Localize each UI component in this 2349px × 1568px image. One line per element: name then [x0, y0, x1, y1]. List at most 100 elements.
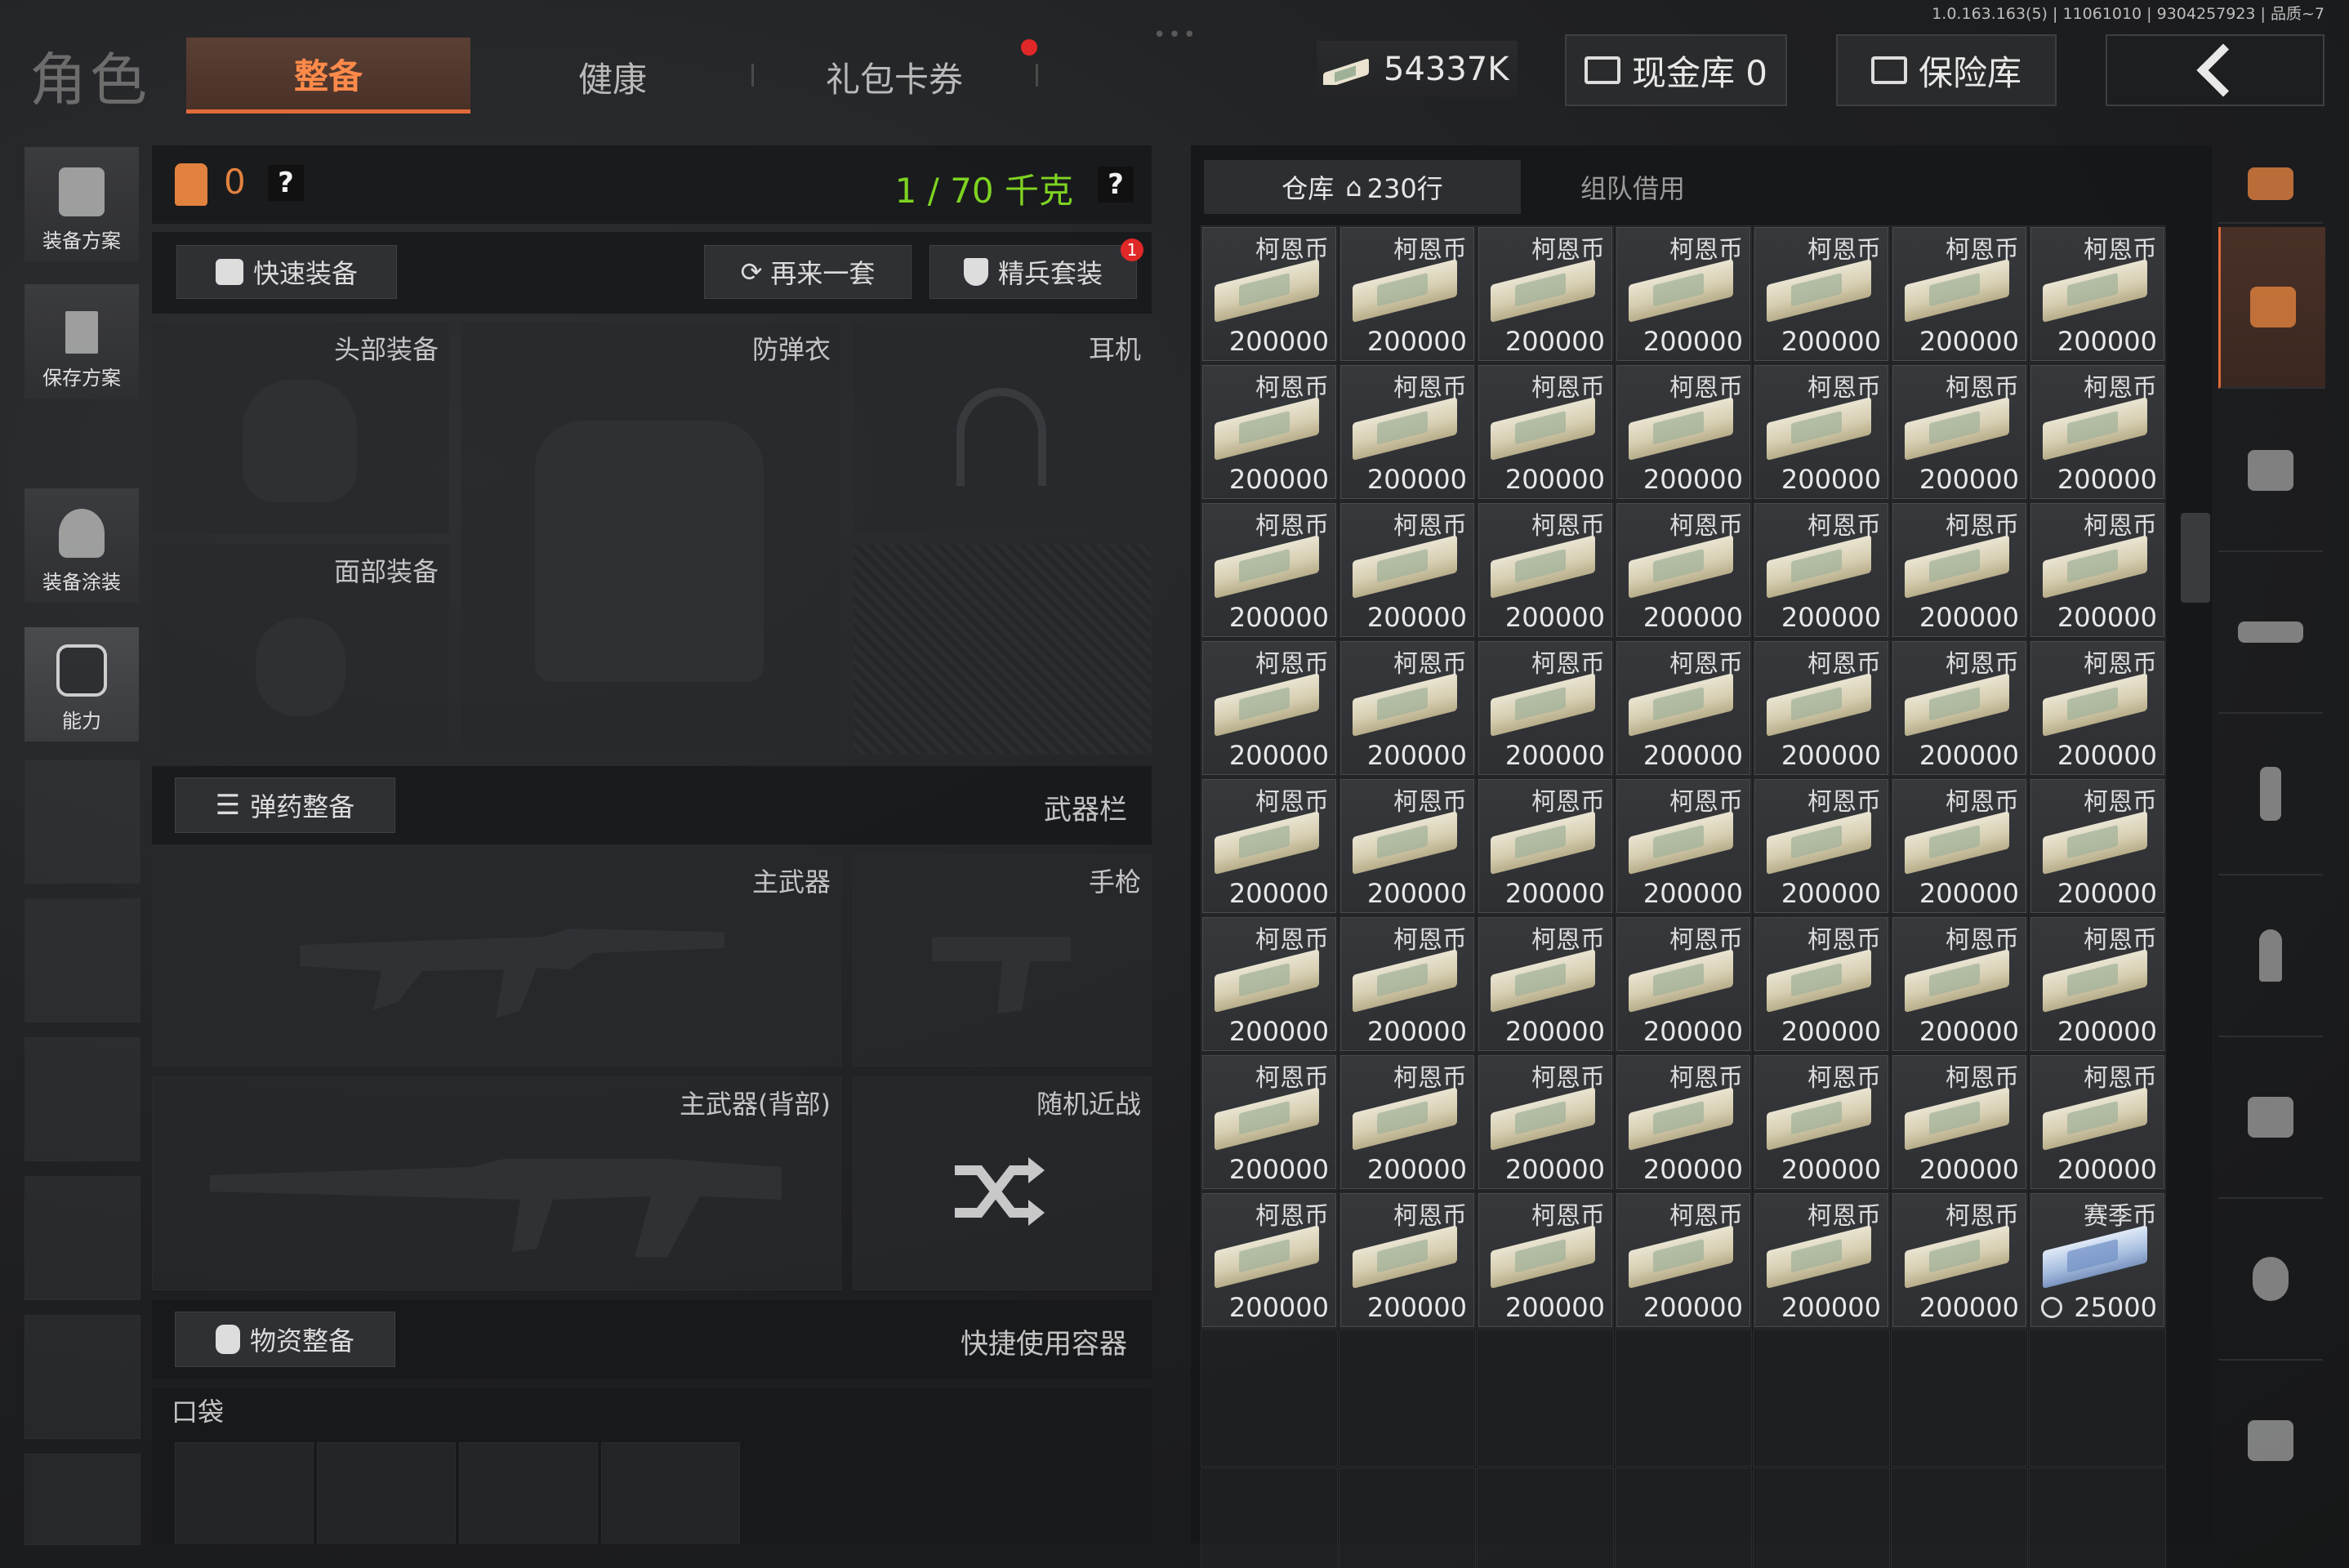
- coin-item[interactable]: 柯恩币 200000: [1202, 227, 1336, 361]
- coin-item[interactable]: 柯恩币 200000: [1202, 1055, 1336, 1189]
- sidebar-item-save-plan[interactable]: 保存方案: [25, 284, 139, 399]
- coin-item[interactable]: 柯恩币 200000: [1754, 779, 1888, 913]
- coin-item[interactable]: 柯恩币 200000: [1616, 641, 1750, 775]
- tab-gift-cards[interactable]: 礼包卡券: [784, 47, 1005, 106]
- slot-primary-weapon[interactable]: 主武器: [152, 854, 841, 1067]
- item-value: 200000: [1781, 602, 1881, 633]
- coin-item[interactable]: 柯恩币 200000: [1892, 365, 2026, 499]
- coin-item[interactable]: 柯恩币 200000: [1754, 365, 1888, 499]
- coin-item[interactable]: 柯恩币 200000: [1340, 1193, 1474, 1327]
- slot-headset[interactable]: 耳机: [853, 322, 1152, 534]
- coin-item[interactable]: 柯恩币 200000: [1478, 779, 1612, 913]
- coin-item[interactable]: 柯恩币 200000: [2030, 227, 2164, 361]
- tab-health[interactable]: 健康: [531, 47, 694, 106]
- coin-item[interactable]: 柯恩币 200000: [1340, 641, 1474, 775]
- category-magazine[interactable]: [2218, 714, 2323, 875]
- pocket-slot[interactable]: [175, 1442, 314, 1544]
- supply-equip-button[interactable]: 物资整备: [175, 1312, 395, 1367]
- coin-item[interactable]: 柯恩币 200000: [1478, 503, 1612, 637]
- repeat-set-button[interactable]: ⟳ 再来一套: [704, 245, 912, 299]
- sidebar-item-equip-plan[interactable]: 装备方案: [25, 147, 139, 261]
- coin-item[interactable]: 柯恩币 200000: [2030, 641, 2164, 775]
- coin-item[interactable]: 柯恩币 200000: [1202, 365, 1336, 499]
- cash-vault-button[interactable]: 现金库 0: [1565, 34, 1787, 106]
- coin-item[interactable]: 柯恩币 200000: [1616, 227, 1750, 361]
- coin-item[interactable]: 柯恩币 200000: [1202, 1193, 1336, 1327]
- coin-item[interactable]: 柯恩币 200000: [1478, 1055, 1612, 1189]
- category-all[interactable]: [2218, 227, 2325, 389]
- coin-item[interactable]: 柯恩币 200000: [1340, 917, 1474, 1051]
- slot-face[interactable]: 面部装备: [152, 544, 449, 755]
- coin-item[interactable]: 柯恩币 200000: [1892, 1193, 2026, 1327]
- weight-help-button[interactable]: ?: [1098, 167, 1134, 203]
- pocket-slot[interactable]: [459, 1442, 598, 1544]
- coin-item[interactable]: 柯恩币 200000: [1616, 1193, 1750, 1327]
- slot-armor[interactable]: 防弹衣: [461, 322, 841, 755]
- category-grenade[interactable]: [2218, 1199, 2323, 1361]
- coin-item[interactable]: 柯恩币 200000: [1478, 365, 1612, 499]
- coin-item[interactable]: 柯恩币 200000: [1616, 779, 1750, 913]
- coin-item[interactable]: 柯恩币 200000: [2030, 1055, 2164, 1189]
- coin-item[interactable]: 柯恩币 200000: [1892, 917, 2026, 1051]
- coin-item[interactable]: 柯恩币 200000: [1478, 641, 1612, 775]
- coin-item[interactable]: 柯恩币 200000: [1202, 641, 1336, 775]
- coin-item[interactable]: 柯恩币 200000: [1202, 779, 1336, 913]
- slot-primary-back[interactable]: 主武器(背部): [152, 1076, 841, 1290]
- shirt-icon: [215, 259, 243, 285]
- tab-storage[interactable]: 仓库 ⌂ 230行: [1204, 160, 1521, 214]
- ammo-equip-button[interactable]: ☰ 弹药整备: [175, 777, 395, 833]
- sidebar-item-ability[interactable]: 能力: [25, 627, 139, 742]
- coin-item[interactable]: 柯恩币 200000: [1892, 227, 2026, 361]
- category-sort[interactable]: [2218, 145, 2323, 224]
- category-rifle[interactable]: [2218, 552, 2323, 714]
- back-button[interactable]: [2106, 34, 2324, 106]
- coin-item[interactable]: 柯恩币 200000: [1202, 917, 1336, 1051]
- safe-vault-button[interactable]: 保险库: [1836, 34, 2057, 106]
- slot-pistol[interactable]: 手枪: [853, 854, 1152, 1067]
- coin-item[interactable]: 柯恩币 200000: [1478, 1193, 1612, 1327]
- coin-item[interactable]: 柯恩币 200000: [1754, 503, 1888, 637]
- coin-item[interactable]: 柯恩币 200000: [1892, 779, 2026, 913]
- warehouse-scrollbar[interactable]: [2181, 513, 2210, 603]
- sidebar-item-paint[interactable]: 装备涂装: [25, 488, 139, 603]
- coin-item[interactable]: 柯恩币 200000: [1892, 503, 2026, 637]
- category-ammo[interactable]: [2218, 875, 2323, 1037]
- coin-item[interactable]: 柯恩币 200000: [1616, 365, 1750, 499]
- coin-item[interactable]: 柯恩币 200000: [1340, 227, 1474, 361]
- coin-item[interactable]: 柯恩币 200000: [2030, 917, 2164, 1051]
- coin-item[interactable]: 柯恩币 200000: [2030, 779, 2164, 913]
- slot-head[interactable]: 头部装备: [152, 322, 449, 534]
- coin-item[interactable]: 柯恩币 200000: [1754, 1193, 1888, 1327]
- category-attachment[interactable]: [2218, 1037, 2323, 1199]
- season-coin-item[interactable]: 赛季币 25000: [2030, 1193, 2164, 1327]
- pocket-slot[interactable]: [317, 1442, 456, 1544]
- coin-item[interactable]: 柯恩币 200000: [2030, 365, 2164, 499]
- coin-item[interactable]: 柯恩币 200000: [1754, 641, 1888, 775]
- coin-item[interactable]: 柯恩币 200000: [1616, 917, 1750, 1051]
- coin-item[interactable]: 柯恩币 200000: [1616, 1055, 1750, 1189]
- slot-pistol-label: 手枪: [1088, 866, 1141, 898]
- coin-item[interactable]: 柯恩币 200000: [1754, 227, 1888, 361]
- category-misc[interactable]: [2218, 1361, 2323, 1521]
- coin-item[interactable]: 柯恩币 200000: [1892, 641, 2026, 775]
- coin-item[interactable]: 柯恩币 200000: [2030, 503, 2164, 637]
- coin-item[interactable]: 柯恩币 200000: [1202, 503, 1336, 637]
- category-helmet[interactable]: [2218, 390, 2323, 552]
- pocket-slot[interactable]: [601, 1442, 740, 1544]
- coin-item[interactable]: 柯恩币 200000: [1892, 1055, 2026, 1189]
- coin-item[interactable]: 柯恩币 200000: [1340, 365, 1474, 499]
- tab-equip[interactable]: 整备: [186, 38, 470, 114]
- coin-item[interactable]: 柯恩币 200000: [1616, 503, 1750, 637]
- slot-melee[interactable]: 随机近战: [853, 1076, 1152, 1290]
- coin-item[interactable]: 柯恩币 200000: [1478, 227, 1612, 361]
- quick-equip-button[interactable]: 快速装备: [176, 245, 397, 299]
- coin-item[interactable]: 柯恩币 200000: [1478, 917, 1612, 1051]
- coin-item[interactable]: 柯恩币 200000: [1340, 779, 1474, 913]
- coin-item[interactable]: 柯恩币 200000: [1340, 503, 1474, 637]
- coin-item[interactable]: 柯恩币 200000: [1754, 917, 1888, 1051]
- coin-item[interactable]: 柯恩币 200000: [1754, 1055, 1888, 1189]
- elite-set-button[interactable]: 精兵套装: [929, 245, 1137, 299]
- tab-team-borrow[interactable]: 组队借用: [1526, 160, 1740, 214]
- backpack-help-button[interactable]: ?: [268, 165, 304, 201]
- coin-item[interactable]: 柯恩币 200000: [1340, 1055, 1474, 1189]
